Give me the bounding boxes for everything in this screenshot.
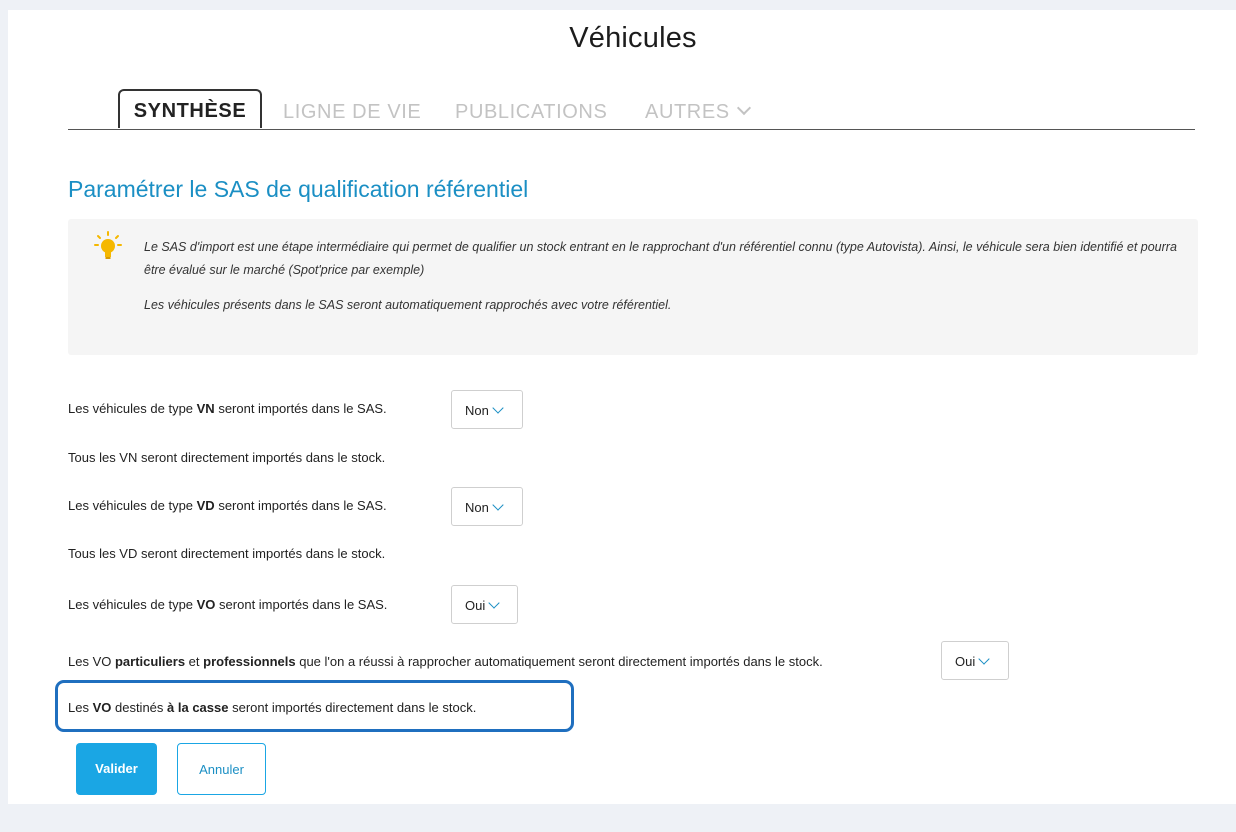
info-paragraph-2: Les véhicules présents dans le SAS seron… bbox=[144, 298, 672, 312]
vo-row-text: Les véhicules de type VO seront importés… bbox=[68, 597, 387, 612]
vn-row-text: Les véhicules de type VN seront importés… bbox=[68, 401, 387, 416]
chevron-down-icon bbox=[492, 499, 504, 511]
valider-button[interactable]: Valider bbox=[76, 743, 157, 795]
vn-sas-select[interactable]: Non bbox=[451, 390, 523, 429]
tab-ligne-de-vie[interactable]: LIGNE DE VIE bbox=[283, 92, 421, 130]
vn-text-post: seront importés dans le SAS. bbox=[214, 401, 387, 416]
chevron-down-icon bbox=[492, 402, 504, 414]
annuler-button[interactable]: Annuler bbox=[177, 743, 266, 795]
chevron-down-icon bbox=[736, 100, 751, 116]
vo-select-value: Oui bbox=[465, 598, 486, 613]
info-text: Le SAS d'import est une étape intermédia… bbox=[144, 236, 1184, 317]
vd-row-text: Les véhicules de type VD seront importés… bbox=[68, 498, 387, 513]
vo-casse-row-text: Les VO destinés à la casse seront import… bbox=[68, 700, 476, 715]
vo-pp-mid: et bbox=[185, 654, 204, 669]
vo-text-bold: VO bbox=[196, 597, 216, 612]
vn-text-bold: VN bbox=[196, 401, 215, 416]
vo-sas-select[interactable]: Oui bbox=[451, 585, 518, 624]
chevron-down-icon bbox=[488, 597, 500, 609]
vo-pp-pre: Les VO bbox=[68, 654, 115, 669]
page-title: Véhicules bbox=[569, 22, 697, 54]
vn-note: Tous les VN seront directement importés … bbox=[68, 450, 386, 465]
vo-pp-post: que l'on a réussi à rapprocher automatiq… bbox=[295, 654, 823, 669]
tab-publications[interactable]: PUBLICATIONS bbox=[455, 92, 607, 130]
tab-synthese[interactable]: SYNTHÈSE bbox=[118, 89, 262, 128]
vo-text-post: seront importés dans le SAS. bbox=[215, 597, 388, 612]
lightbulb-icon bbox=[94, 231, 122, 266]
vo-particuliers-row-text: Les VO particuliers et professionnels qu… bbox=[68, 654, 823, 669]
info-box: Le SAS d'import est une étape intermédia… bbox=[68, 219, 1198, 355]
vn-text-pre: Les véhicules de type bbox=[68, 401, 197, 416]
vn-select-value: Non bbox=[465, 403, 489, 418]
vo-text-pre: Les véhicules de type bbox=[68, 597, 197, 612]
vd-text-post: seront importés dans le SAS. bbox=[214, 498, 387, 513]
vd-sas-select[interactable]: Non bbox=[451, 487, 523, 526]
tab-autres-label: AUTRES bbox=[645, 101, 730, 123]
vd-note: Tous les VD seront directement importés … bbox=[68, 546, 386, 561]
vo-casse-pre: Les bbox=[68, 700, 93, 715]
tab-autres[interactable]: AUTRES bbox=[645, 92, 751, 130]
vd-text-pre: Les véhicules de type bbox=[68, 498, 197, 513]
chevron-down-icon bbox=[978, 653, 990, 665]
vo-casse-bold1: VO bbox=[92, 700, 112, 715]
vo-pp-bold1: particuliers bbox=[114, 654, 186, 669]
vo-pp-select-value: Oui bbox=[955, 654, 976, 669]
section-title: Paramétrer le SAS de qualification référ… bbox=[68, 176, 529, 202]
vd-select-value: Non bbox=[465, 500, 489, 515]
info-paragraph-1: Le SAS d'import est une étape intermédia… bbox=[144, 240, 1177, 277]
vo-pp-bold2: professionnels bbox=[203, 654, 296, 669]
vo-casse-bold2: à la casse bbox=[167, 700, 229, 715]
vd-text-bold: VD bbox=[196, 498, 215, 513]
vo-particuliers-select[interactable]: Oui bbox=[941, 641, 1009, 680]
vo-casse-post: seront importés directement dans le stoc… bbox=[228, 700, 477, 715]
vo-casse-mid: destinés bbox=[111, 700, 168, 715]
